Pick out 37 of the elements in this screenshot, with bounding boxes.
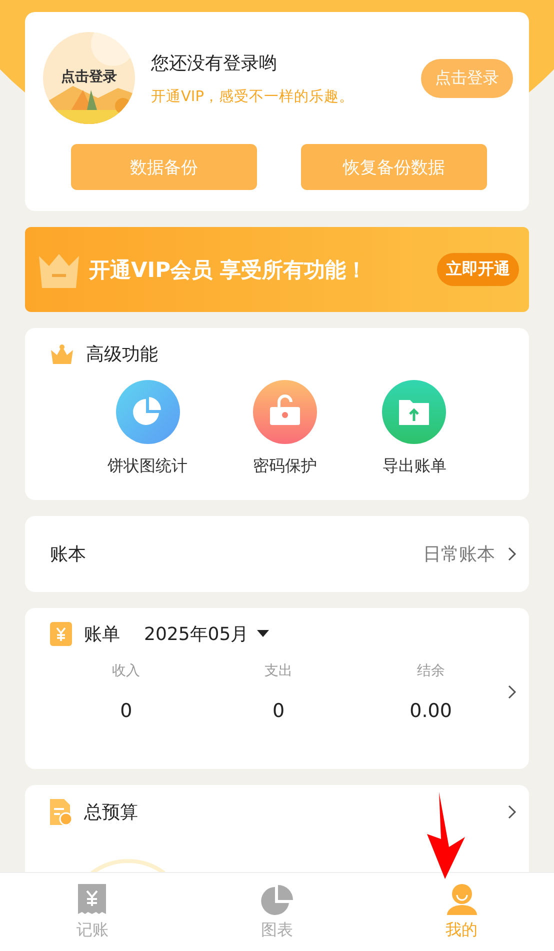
ledger-label: 账本 [50,543,86,566]
month-picker[interactable]: 2025年05月 [144,622,269,646]
unlocked-padlock-icon [252,380,317,444]
person-icon [446,884,478,916]
ledger-row[interactable]: 账本 日常账本 [25,516,529,592]
chevron-right-icon [506,684,517,700]
feature-button[interactable]: 饼状图统计 [108,380,188,477]
budget-card[interactable]: 总预算 [25,785,529,873]
avatar-label: 点击登录 [60,68,118,86]
feature-button[interactable]: 密码保护 [252,380,317,477]
stat-value: 0 [272,700,285,722]
ledger-value: 日常账本 [423,543,495,566]
yen-ticket-icon [50,622,72,646]
folder-upload-icon [382,380,446,444]
stat-label: 支出 [264,662,292,680]
stat-value: 0 [120,700,132,722]
dropdown-caret-icon [256,630,269,638]
chevron-right-icon [507,804,517,820]
bill-card[interactable]: 账单 2025年05月 收入 0 支出 0 结余 0.00 [25,608,529,769]
crown-icon [50,344,74,364]
budget-document-icon [50,799,72,825]
section-title: 总预算 [84,801,138,824]
section-title: 高级功能 [86,343,158,366]
receipt-icon [78,884,106,916]
crown-icon [37,252,81,288]
vip-subtitle: 开通VIP，感受不一样的乐趣。 [151,88,355,106]
stat-value: 0.00 [410,700,452,722]
login-status-title: 您还没有登录哟 [151,52,278,74]
chevron-right-icon [507,546,517,562]
feature-button[interactable]: 导出账单 [382,380,446,477]
section-title: 账单 [84,623,120,646]
stat-label: 收入 [112,662,140,680]
stat-label: 结余 [416,662,445,680]
pie-chart-icon [116,380,180,444]
vip-banner-text: 开通VIP会员 享受所有功能！ [89,256,368,284]
avatar[interactable]: 点击登录 [43,32,135,124]
pie-chart-icon [260,884,294,916]
